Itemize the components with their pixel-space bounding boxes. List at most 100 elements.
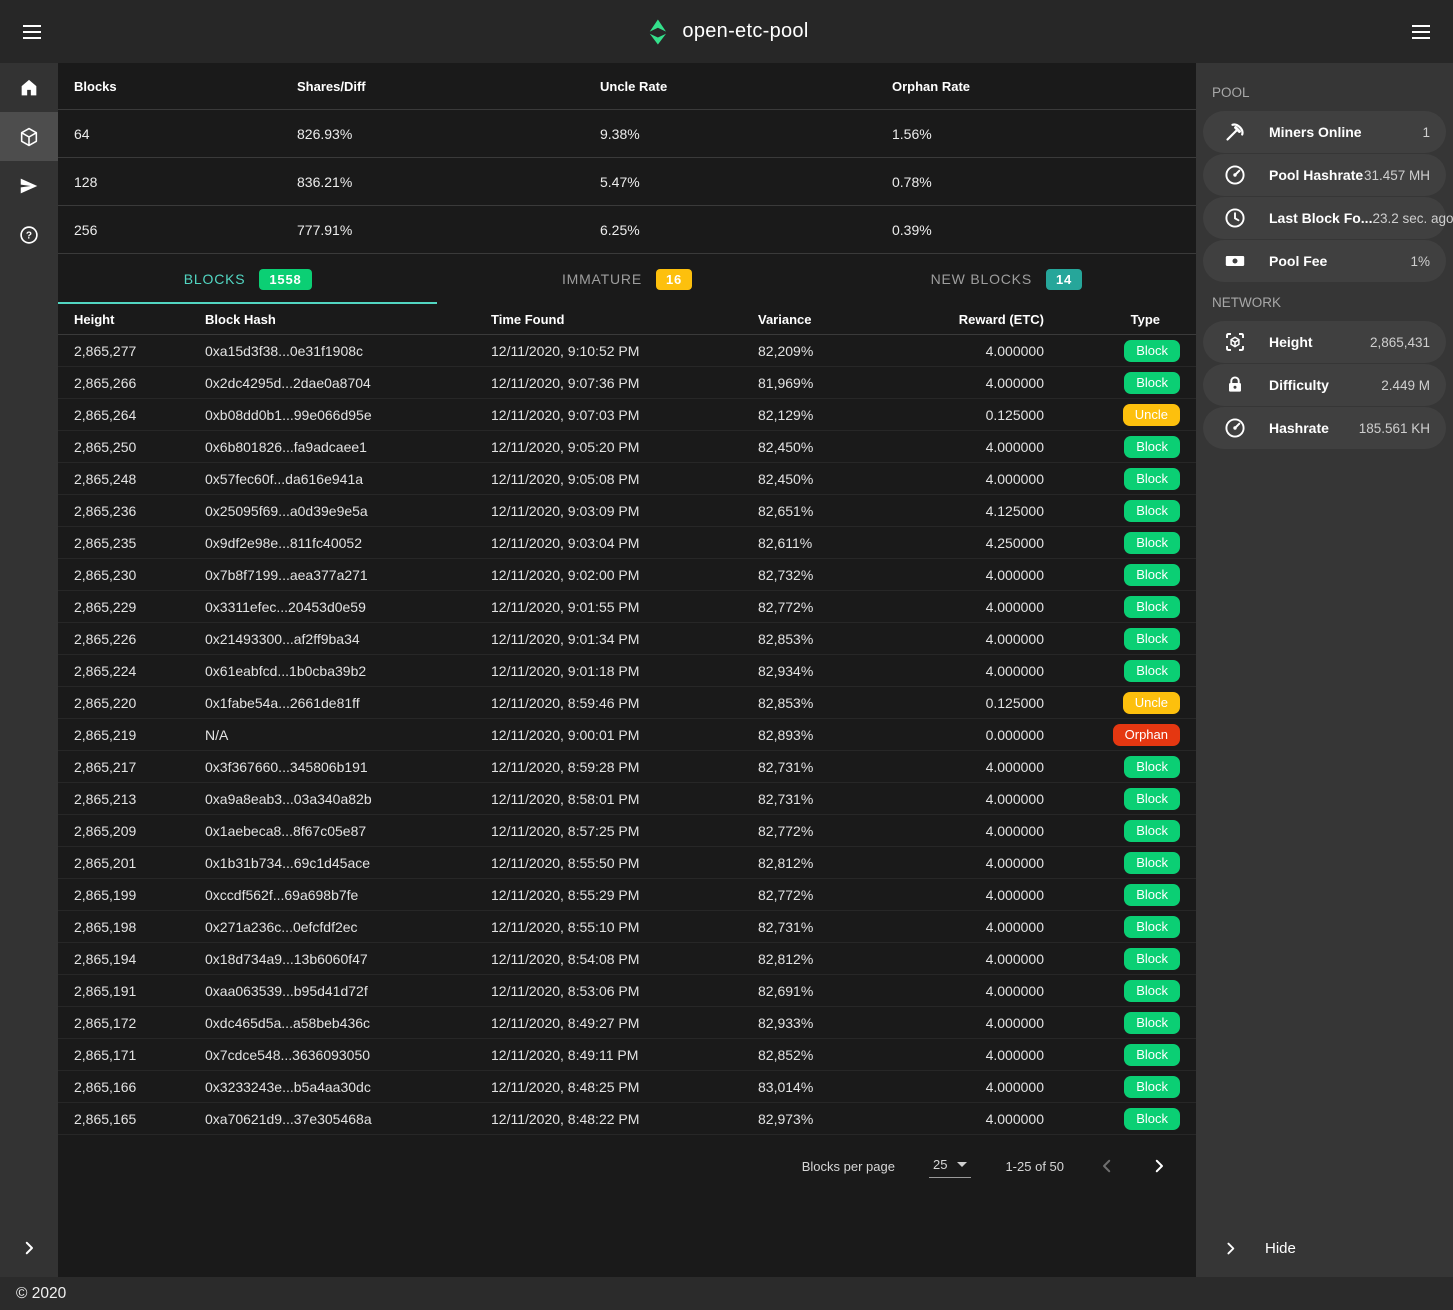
block-height: 2,865,191 <box>74 983 205 999</box>
table-row[interactable]: 2,865,264 0xb08dd0b1...99e066d95e 12/11/… <box>58 399 1196 431</box>
table-row[interactable]: 2,865,198 0x271a236c...0efcfdf2ec 12/11/… <box>58 911 1196 943</box>
nav-item-home[interactable] <box>0 63 58 112</box>
block-variance: 82,772% <box>758 887 810 903</box>
block-time-found: 12/11/2020, 9:01:18 PM <box>491 663 758 679</box>
block-reward: 4.000000 <box>810 1079 1044 1095</box>
menu-right-icon[interactable] <box>1409 20 1433 44</box>
nav-item-blocks[interactable] <box>0 112 58 161</box>
table-row[interactable]: 2,865,217 0x3f367660...345806b191 12/11/… <box>58 751 1196 783</box>
block-hash: 0xdc465d5a...a58beb436c <box>205 1015 491 1031</box>
pool-section-title: POOL <box>1196 73 1453 110</box>
block-time-found: 12/11/2020, 8:48:25 PM <box>491 1079 758 1095</box>
tab-immature[interactable]: IMMATURE 16 <box>437 254 816 304</box>
table-row[interactable]: 2,865,165 0xa70621d9...37e305468a 12/11/… <box>58 1103 1196 1135</box>
table-row[interactable]: 2,865,194 0x18d734a9...13b6060f47 12/11/… <box>58 943 1196 975</box>
block-variance: 82,450% <box>758 439 810 455</box>
block-type-badge: Block <box>1124 532 1180 554</box>
block-time-found: 12/11/2020, 8:58:01 PM <box>491 791 758 807</box>
block-hash: 0x1b31b734...69c1d45ace <box>205 855 491 871</box>
table-row[interactable]: 2,865,266 0x2dc4295d...2dae0a8704 12/11/… <box>58 367 1196 399</box>
block-time-found: 12/11/2020, 8:49:11 PM <box>491 1047 758 1063</box>
table-row[interactable]: 2,865,250 0x6b801826...fa9adcaee1 12/11/… <box>58 431 1196 463</box>
block-height: 2,865,248 <box>74 471 205 487</box>
copyright-label: © 2020 <box>16 1285 66 1303</box>
next-page-button[interactable] <box>1150 1157 1168 1175</box>
prev-page-button[interactable] <box>1098 1157 1116 1175</box>
per-page-select[interactable]: 25 <box>929 1155 971 1178</box>
list-item: Hashrate 185.561 KH <box>1203 407 1446 449</box>
stats-shares-diff-value: 836.21% <box>297 174 600 190</box>
block-height: 2,865,236 <box>74 503 205 519</box>
table-row[interactable]: 2,865,219 N/A 12/11/2020, 9:00:01 PM 82,… <box>58 719 1196 751</box>
block-hash: 0x7b8f7199...aea377a271 <box>205 567 491 583</box>
block-height: 2,865,194 <box>74 951 205 967</box>
block-hash: 0xaa063539...b95d41d72f <box>205 983 491 999</box>
block-time-found: 12/11/2020, 9:05:08 PM <box>491 471 758 487</box>
block-reward: 4.000000 <box>810 1015 1044 1031</box>
block-variance: 82,691% <box>758 983 810 999</box>
block-type-badge: Block <box>1124 884 1180 906</box>
table-row[interactable]: 2,865,213 0xa9a8eab3...03a340a82b 12/11/… <box>58 783 1196 815</box>
table-row[interactable]: 2,865,248 0x57fec60f...da616e941a 12/11/… <box>58 463 1196 495</box>
block-variance: 82,852% <box>758 1047 810 1063</box>
block-reward: 4.000000 <box>810 631 1044 647</box>
block-time-found: 12/11/2020, 8:54:08 PM <box>491 951 758 967</box>
table-row[interactable]: 2,865,199 0xccdf562f...69a698b7fe 12/11/… <box>58 879 1196 911</box>
block-height: 2,865,166 <box>74 1079 205 1095</box>
nav-item-payments[interactable] <box>0 161 58 210</box>
stats-header-blocks: Blocks <box>74 79 297 94</box>
block-reward: 4.000000 <box>810 439 1044 455</box>
block-reward: 4.000000 <box>810 1047 1044 1063</box>
block-reward: 4.000000 <box>810 951 1044 967</box>
table-row[interactable]: 2,865,191 0xaa063539...b95d41d72f 12/11/… <box>58 975 1196 1007</box>
cube-scan-icon <box>1223 330 1247 354</box>
block-type-badge: Block <box>1124 468 1180 490</box>
block-hash: 0x61eabfcd...1b0cba39b2 <box>205 663 491 679</box>
col-header-block-hash: Block Hash <box>205 312 491 327</box>
stats-uncle-rate-value: 9.38% <box>600 126 892 142</box>
tab-blocks[interactable]: BLOCKS 1558 <box>58 254 437 304</box>
block-reward: 4.000000 <box>810 919 1044 935</box>
block-height: 2,865,235 <box>74 535 205 551</box>
col-header-variance: Variance <box>758 312 810 327</box>
send-icon <box>18 175 40 197</box>
table-row[interactable]: 2,865,226 0x21493300...af2ff9ba34 12/11/… <box>58 623 1196 655</box>
block-hash: 0x3f367660...345806b191 <box>205 759 491 775</box>
table-row[interactable]: 2,865,235 0x9df2e98e...811fc40052 12/11/… <box>58 527 1196 559</box>
stats-blocks-value: 256 <box>74 222 297 238</box>
block-variance: 82,772% <box>758 599 810 615</box>
block-variance: 82,934% <box>758 663 810 679</box>
block-variance: 82,450% <box>758 471 810 487</box>
block-hash: 0x6b801826...fa9adcaee1 <box>205 439 491 455</box>
menu-icon[interactable] <box>20 20 44 44</box>
table-row[interactable]: 2,865,201 0x1b31b734...69c1d45ace 12/11/… <box>58 847 1196 879</box>
nav-item-help[interactable]: ? <box>0 210 58 259</box>
block-reward: 4.000000 <box>810 855 1044 871</box>
table-row[interactable]: 2,865,236 0x25095f69...a0d39e9e5a 12/11/… <box>58 495 1196 527</box>
table-row[interactable]: 2,865,229 0x3311efec...20453d0e59 12/11/… <box>58 591 1196 623</box>
block-height: 2,865,199 <box>74 887 205 903</box>
block-variance: 82,812% <box>758 855 810 871</box>
table-row[interactable]: 2,865,230 0x7b8f7199...aea377a271 12/11/… <box>58 559 1196 591</box>
table-row[interactable]: 2,865,171 0x7cdce548...3636093050 12/11/… <box>58 1039 1196 1071</box>
hide-sidebar-button[interactable]: Hide <box>1196 1240 1453 1277</box>
sidebar-expand-button[interactable] <box>0 1219 58 1277</box>
block-type-badge: Block <box>1124 788 1180 810</box>
table-row[interactable]: 2,865,224 0x61eabfcd...1b0cba39b2 12/11/… <box>58 655 1196 687</box>
table-row[interactable]: 2,865,166 0x3233243e...b5a4aa30dc 12/11/… <box>58 1071 1196 1103</box>
block-time-found: 12/11/2020, 8:49:27 PM <box>491 1015 758 1031</box>
tab-new-blocks[interactable]: NEW BLOCKS 14 <box>817 254 1196 304</box>
stats-row: 256 777.91% 6.25% 0.39% <box>58 206 1196 254</box>
table-row[interactable]: 2,865,277 0xa15d3f38...0e31f1908c 12/11/… <box>58 335 1196 367</box>
cube-icon <box>18 126 40 148</box>
table-row[interactable]: 2,865,172 0xdc465d5a...a58beb436c 12/11/… <box>58 1007 1196 1039</box>
block-height: 2,865,201 <box>74 855 205 871</box>
block-time-found: 12/11/2020, 8:57:25 PM <box>491 823 758 839</box>
table-row[interactable]: 2,865,220 0x1fabe54a...2661de81ff 12/11/… <box>58 687 1196 719</box>
block-type-badge: Uncle <box>1123 404 1180 426</box>
block-reward: 4.000000 <box>810 983 1044 999</box>
table-row[interactable]: 2,865,209 0x1aebeca8...8f67c05e87 12/11/… <box>58 815 1196 847</box>
block-height: 2,865,217 <box>74 759 205 775</box>
block-type-badge: Block <box>1124 500 1180 522</box>
block-reward: 4.000000 <box>810 599 1044 615</box>
